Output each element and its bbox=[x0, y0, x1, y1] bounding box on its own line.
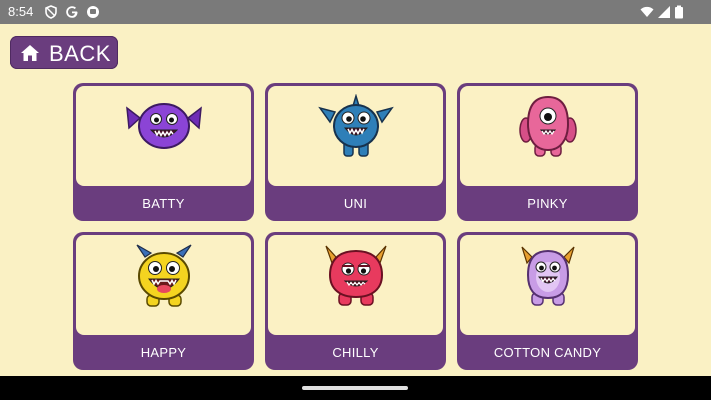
monster-name: HAPPY bbox=[140, 345, 187, 360]
monster-name: BATTY bbox=[142, 196, 185, 211]
card-image-area bbox=[460, 86, 635, 186]
monster-card-pinky[interactable]: PINKY bbox=[457, 83, 638, 221]
pinky-monster-icon bbox=[518, 95, 577, 157]
card-image-area bbox=[460, 235, 635, 335]
happy-monster-icon bbox=[136, 244, 191, 307]
monster-card-batty[interactable]: BATTY bbox=[73, 83, 254, 221]
navigation-bar bbox=[0, 376, 711, 400]
uni-monster-icon bbox=[317, 94, 394, 157]
card-image-area bbox=[268, 86, 443, 186]
home-gesture-handle[interactable] bbox=[302, 386, 408, 390]
status-bar: 8:54 bbox=[0, 0, 711, 24]
monster-card-happy[interactable]: HAPPY bbox=[73, 232, 254, 370]
back-label: BACK bbox=[49, 41, 111, 66]
battery-icon bbox=[675, 5, 683, 19]
batty-monster-icon bbox=[125, 103, 202, 149]
google-icon bbox=[66, 6, 78, 18]
chilly-monster-icon bbox=[324, 245, 387, 306]
back-button[interactable]: BACK bbox=[10, 36, 118, 69]
monster-name: UNI bbox=[343, 196, 368, 211]
monster-card-chilly[interactable]: CHILLY bbox=[265, 232, 446, 370]
card-image-area bbox=[76, 86, 251, 186]
monster-name: CHILLY bbox=[332, 345, 379, 360]
card-image-area bbox=[268, 235, 443, 335]
card-image-area bbox=[76, 235, 251, 335]
monster-card-cotton-candy[interactable]: COTTON CANDY bbox=[457, 232, 638, 370]
shield-icon bbox=[45, 5, 57, 19]
monster-name: PINKY bbox=[527, 196, 568, 211]
cellular-signal-icon bbox=[658, 6, 670, 18]
status-time: 8:54 bbox=[8, 4, 34, 19]
monster-card-uni[interactable]: UNI bbox=[265, 83, 446, 221]
monster-name: COTTON CANDY bbox=[493, 345, 602, 360]
cotton-candy-monster-icon bbox=[520, 246, 575, 306]
wifi-icon bbox=[640, 6, 654, 17]
app-notification-icon bbox=[87, 6, 99, 18]
home-icon bbox=[21, 45, 39, 61]
